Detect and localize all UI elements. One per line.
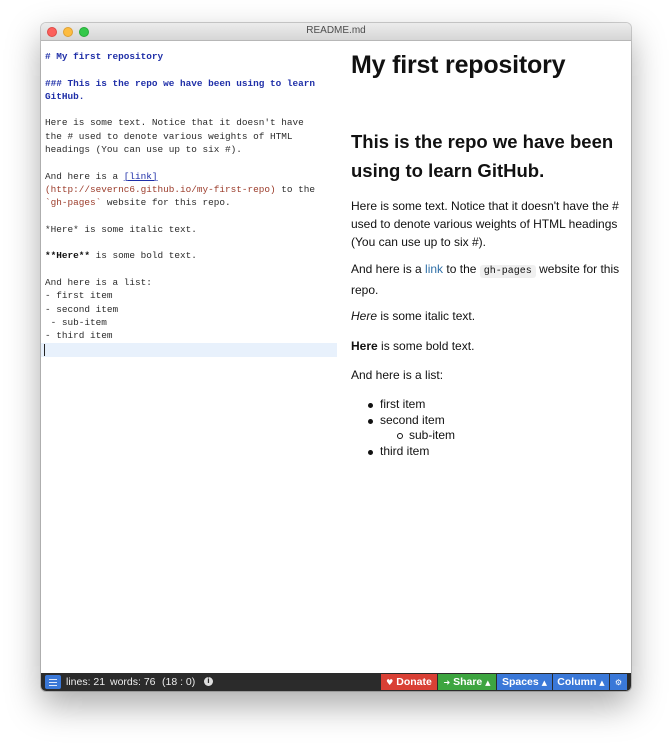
markdown-preview: My first repository This is the repo we …: [351, 42, 631, 672]
editor-link-text: [link]: [123, 170, 158, 182]
editor-line: `gh-pages` website for this repo.: [45, 196, 337, 209]
editor-list-line: - sub-item: [45, 316, 107, 328]
editor-line: (http://severnc6.github.io/my-first-repo…: [45, 183, 337, 196]
preview-link[interactable]: link: [425, 262, 443, 276]
share-arrow-icon: ➜: [443, 678, 451, 687]
document-menu-icon[interactable]: [45, 675, 61, 689]
editor-list-line: - first item: [45, 290, 113, 302]
preview-list: first item second item sub-item third it…: [351, 397, 455, 459]
column-dropdown[interactable]: Column ▲: [553, 674, 609, 690]
editor-line: And here is a list:: [45, 277, 152, 289]
editor-line: **Here** is some bold text.: [45, 249, 337, 262]
window-title: README.md: [306, 25, 366, 36]
editor-link-url: (http://severnc6.github.io/my-first-repo…: [45, 183, 276, 195]
editor-line: *Here* is some italic text.: [45, 223, 197, 235]
editor-inline-code: `gh-pages`: [45, 197, 102, 209]
preview-text: to the: [443, 262, 480, 276]
chevron-up-icon: ▲: [541, 679, 548, 687]
app-window: README.md # My first repository ### This…: [41, 23, 631, 691]
active-line[interactable]: [41, 342, 337, 357]
list-item: second item: [351, 413, 455, 429]
editor-text: And here is a: [45, 170, 124, 182]
editor-line: GitHub.: [45, 90, 85, 102]
chevron-up-icon: ▲: [599, 679, 605, 687]
preview-text: is some bold text.: [377, 339, 475, 353]
editor-line: Here is some text. Notice that it doesn'…: [45, 117, 304, 129]
list-item: first item: [351, 397, 455, 413]
editor-bold-marker: **Here**: [45, 250, 91, 262]
editor-list-line: - second item: [45, 303, 119, 315]
chevron-up-icon: ▲: [485, 679, 491, 687]
editor-text: website for this repo.: [101, 197, 231, 209]
info-icon[interactable]: i: [204, 677, 213, 686]
bullet-icon: [368, 418, 373, 424]
editor-text: is some bold text.: [90, 250, 197, 262]
word-count: words: 76: [110, 676, 156, 688]
text-cursor: [44, 343, 45, 356]
editor-line: And here is a [link]: [45, 170, 337, 183]
preview-italic-text: Here: [351, 309, 378, 323]
heart-icon: ♥: [386, 678, 394, 687]
list-item: sub-item: [351, 428, 455, 444]
preview-paragraph: Here is some text. Notice that it doesn'…: [351, 199, 619, 249]
circle-bullet-icon: [397, 433, 403, 439]
preview-text: is some italic text.: [377, 309, 476, 323]
status-bar: lines: 21 words: 76 (18 : 0) i ♥ Donate …: [41, 673, 631, 691]
markdown-editor[interactable]: # My first repository ### This is the re…: [41, 42, 337, 672]
spaces-dropdown[interactable]: Spaces ▲: [497, 674, 552, 690]
editor-text: to the: [275, 183, 316, 195]
preview-heading-1: My first repository: [351, 51, 566, 79]
editor-line: headings (You can use up to six #).: [45, 144, 242, 156]
title-bar: README.md: [41, 23, 631, 41]
settings-button[interactable]: ⚙: [610, 674, 627, 690]
bullet-icon: [368, 403, 373, 408]
list-item: third item: [351, 444, 455, 460]
preview-bold-text: Here: [351, 339, 378, 353]
editor-line: # My first repository: [45, 51, 164, 62]
preview-text: And here is a: [351, 262, 426, 276]
preview-paragraph: And here is a link to the gh-pages websi…: [351, 260, 623, 299]
preview-paragraph: Here is some bold text.: [351, 337, 623, 355]
share-button[interactable]: ➜ Share ▲: [438, 674, 496, 690]
line-count: lines: 21: [66, 676, 106, 688]
preview-inline-code: gh-pages: [479, 265, 536, 278]
gear-icon: ⚙: [614, 678, 623, 687]
preview-heading-3: This is the repo we have been using to l…: [351, 131, 614, 181]
editor-line: ### This is the repo we have been using …: [45, 77, 316, 89]
bullet-icon: [368, 449, 373, 455]
preview-paragraph: And here is a list:: [351, 368, 444, 382]
donate-button[interactable]: ♥ Donate: [381, 674, 437, 690]
editor-list-line: - third item: [45, 330, 113, 342]
editor-line: the # used to denote various weights of …: [45, 130, 293, 142]
cursor-position: (18 : 0): [162, 676, 196, 688]
preview-paragraph: Here is some italic text.: [351, 307, 623, 325]
